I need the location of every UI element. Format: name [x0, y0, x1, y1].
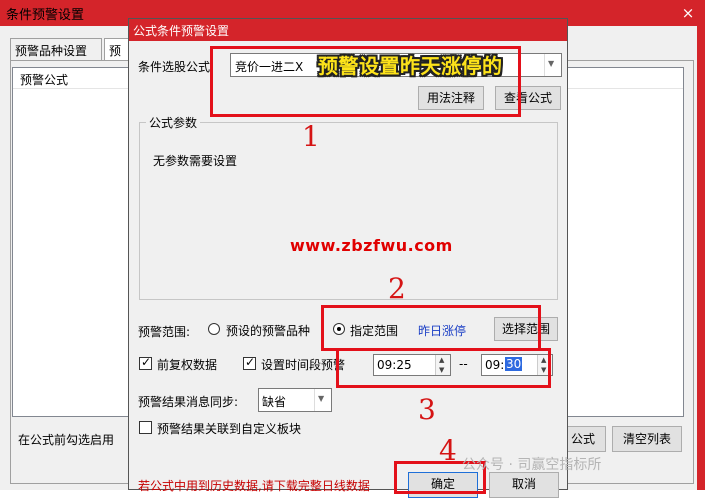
adjusted-data-label[interactable]: 前复权数据 — [157, 356, 217, 373]
annotation-number-4: 4 — [439, 434, 457, 467]
cancel-button[interactable]: 取消 — [489, 472, 559, 498]
enable-hint-label: 在公式前勾选启用 — [18, 433, 115, 447]
chevron-down-icon[interactable]: ▼ — [544, 54, 561, 76]
alert-range-label: 预警范围: — [138, 325, 191, 339]
list-header-formula: 预警公式 — [20, 73, 69, 87]
annotation-box-3 — [336, 348, 551, 388]
custom-block-label[interactable]: 预警结果关联到自定义板块 — [157, 420, 301, 437]
timeslot-alert-label[interactable]: 设置时间段预警 — [261, 356, 345, 373]
outer-window-title: 条件预警设置 — [6, 8, 85, 23]
message-sync-label: 预警结果消息同步: — [138, 395, 239, 409]
close-icon[interactable]: × — [678, 3, 698, 23]
condition-formula-label: 条件选股公式 — [138, 60, 211, 74]
formula-params-group — [139, 122, 558, 300]
timeslot-alert-checkbox[interactable] — [243, 355, 256, 370]
formula-params-legend: 公式参数 — [146, 114, 201, 131]
tab-alert-symbols[interactable]: 预警品种设置 — [10, 38, 102, 60]
clear-list-button[interactable]: 清空列表 — [612, 426, 682, 452]
custom-block-checkbox[interactable] — [139, 421, 152, 434]
message-sync-value: 缺省 — [262, 395, 287, 409]
annotation-box-2 — [321, 305, 541, 351]
right-edge-strip — [697, 26, 705, 490]
wechat-watermark: 公众号 · 司赢空指标所 — [462, 457, 602, 473]
tab-alert-formula[interactable]: 预 — [104, 38, 130, 60]
dialog-title: 公式条件预警设置 — [133, 24, 230, 38]
annotation-number-2: 2 — [388, 272, 406, 305]
radio-preset-symbols[interactable] — [208, 323, 220, 335]
annotation-box-1 — [210, 46, 521, 117]
watermark-url: www.zbzfwu.com — [290, 236, 453, 255]
chevron-down-icon[interactable]: ▼ — [314, 389, 331, 411]
no-params-text: 无参数需要设置 — [153, 154, 238, 168]
adjusted-data-checkbox[interactable] — [139, 355, 152, 370]
annotation-number-3: 3 — [418, 393, 436, 426]
radio-preset-label[interactable]: 预设的预警品种 — [226, 322, 310, 339]
annotation-number-1: 1 — [302, 120, 320, 153]
history-data-hint: 若公式中用到历史数据,请下载完整日线数据 — [138, 479, 370, 493]
